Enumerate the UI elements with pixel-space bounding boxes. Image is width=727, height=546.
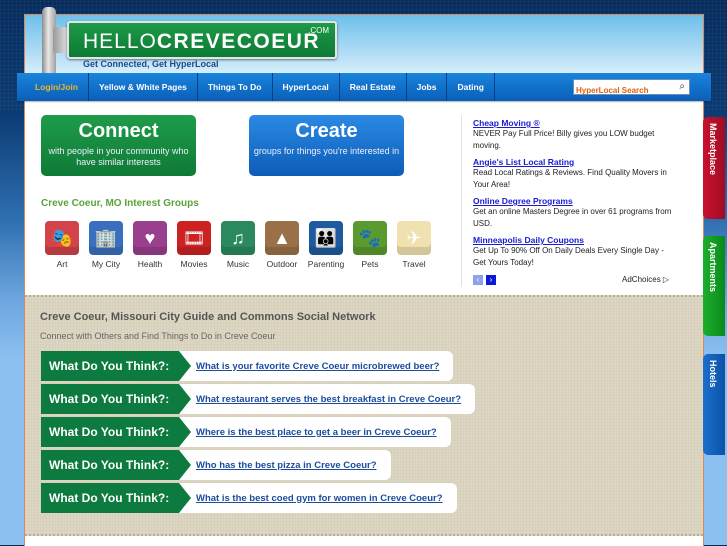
- question-link[interactable]: Where is the best place to get a beer in…: [196, 427, 451, 438]
- question-item: What Do You Think?: Where is the best pl…: [41, 417, 451, 447]
- interest-groups-heading: Creve Coeur, MO Interest Groups: [41, 198, 199, 209]
- ad-panel: Cheap Moving ® NEVER Pay Full Price! Bil…: [461, 115, 698, 287]
- logo-text: HELLOCREVECOEUR: [83, 30, 321, 53]
- group-movies[interactable]: 🎞 Movies: [172, 221, 216, 269]
- ad-link[interactable]: Minneapolis Daily Coupons: [473, 235, 698, 245]
- side-tab-label: Hotels: [708, 360, 718, 388]
- group-label: Movies: [180, 259, 208, 269]
- group-label: Music: [226, 259, 250, 269]
- side-tab-hotels[interactable]: Hotels: [703, 354, 725, 455]
- nav-real-estate[interactable]: Real Estate: [340, 73, 407, 101]
- nav-yellow-white-pages[interactable]: Yellow & White Pages: [89, 73, 198, 101]
- question-link[interactable]: Who has the best pizza in Creve Coeur?: [196, 460, 391, 471]
- create-title: Create: [295, 120, 358, 142]
- nav-hyperlocal[interactable]: HyperLocal: [273, 73, 340, 101]
- question-item: What Do You Think?: What restaurant serv…: [41, 384, 476, 414]
- group-label: Parenting: [307, 259, 345, 269]
- ad-text: Get an online Masters Degree in over 61 …: [473, 207, 672, 228]
- ad-item: Angie's List Local Rating Read Local Rat…: [473, 157, 698, 191]
- adchoices-link[interactable]: AdChoices ▷: [622, 275, 669, 284]
- group-parenting[interactable]: 👪 Parenting: [304, 221, 348, 269]
- music-note-icon: ♫: [221, 221, 255, 255]
- question-badge: What Do You Think?:: [41, 417, 191, 447]
- ad-text: Read Local Ratings & Reviews. Find Quali…: [473, 168, 667, 189]
- search-icon[interactable]: ⌕: [679, 81, 685, 92]
- ad-text: Get Up To 90% Off On Daily Deals Every S…: [473, 246, 664, 267]
- question-list: What Do You Think?: What is your favorit…: [41, 351, 476, 516]
- theater-masks-icon: 🎭: [45, 221, 79, 255]
- group-label: Health: [137, 259, 163, 269]
- group-label: Outdoor: [266, 259, 298, 269]
- nav-login-join[interactable]: Login/Join: [25, 73, 89, 101]
- main-nav: Login/Join Yellow & White Pages Things T…: [17, 73, 711, 101]
- site-tagline: Get Connected, Get HyperLocal: [83, 59, 219, 69]
- ad-text: NEVER Pay Full Price! Billy gives you LO…: [473, 129, 655, 150]
- nav-jobs[interactable]: Jobs: [407, 73, 448, 101]
- create-button[interactable]: Create groups for things you're interest…: [249, 115, 404, 176]
- ad-link[interactable]: Cheap Moving ®: [473, 118, 698, 128]
- street-sign-bracket: [53, 27, 67, 53]
- question-badge: What Do You Think?:: [41, 351, 191, 381]
- group-label: My City: [91, 259, 121, 269]
- airplane-icon: ✈: [397, 221, 431, 255]
- side-tab-apartments[interactable]: Apartments: [703, 236, 725, 336]
- question-link[interactable]: What restaurant serves the best breakfas…: [196, 394, 475, 405]
- question-link[interactable]: What is the best coed gym for women in C…: [196, 493, 457, 504]
- section-title: Creve Coeur, Missouri City Guide and Com…: [40, 311, 376, 323]
- logo-tld: .COM: [308, 26, 329, 35]
- question-badge: What Do You Think?:: [41, 483, 191, 513]
- ad-next-button[interactable]: ›: [486, 275, 496, 285]
- group-label: Travel: [402, 259, 426, 269]
- page-container: HELLOCREVECOEUR .COM Get Connected, Get …: [17, 7, 711, 546]
- ad-item: Cheap Moving ® NEVER Pay Full Price! Bil…: [473, 118, 698, 152]
- city-guide-section: Creve Coeur, Missouri City Guide and Com…: [25, 295, 703, 536]
- connect-button[interactable]: Connect with people in your community wh…: [41, 115, 196, 176]
- nav-dating[interactable]: Dating: [447, 73, 495, 101]
- group-label: Art: [56, 259, 68, 269]
- question-badge: What Do You Think?:: [41, 450, 191, 480]
- section-subtitle: Connect with Others and Find Things to D…: [40, 331, 276, 341]
- question-item: What Do You Think?: What is the best coe…: [41, 483, 457, 513]
- family-icon: 👪: [309, 221, 343, 255]
- group-health[interactable]: ♥ Health: [128, 221, 172, 269]
- side-tab-label: Marketplace: [708, 123, 718, 176]
- ad-item: Minneapolis Daily Coupons Get Up To 90% …: [473, 235, 698, 269]
- group-outdoor[interactable]: ▲ Outdoor: [260, 221, 304, 269]
- ad-item: Online Degree Programs Get an online Mas…: [473, 196, 698, 230]
- side-tab-marketplace[interactable]: Marketplace: [703, 117, 725, 219]
- group-art[interactable]: 🎭 Art: [40, 221, 84, 269]
- question-badge: What Do You Think?:: [41, 384, 191, 414]
- nav-things-to-do[interactable]: Things To Do: [198, 73, 273, 101]
- ad-link[interactable]: Online Degree Programs: [473, 196, 698, 206]
- ad-link[interactable]: Angie's List Local Rating: [473, 157, 698, 167]
- side-tab-label: Apartments: [708, 242, 718, 293]
- site-header: HELLOCREVECOEUR .COM Get Connected, Get …: [25, 7, 703, 77]
- connect-title: Connect: [78, 120, 159, 142]
- interest-groups-list: 🎭 Art 🏢 My City ♥ Health 🎞 Movies ♫ Music ▲ Ou…: [40, 221, 436, 269]
- hyperlocal-search: ⌕: [573, 79, 690, 98]
- group-label: Pets: [361, 259, 379, 269]
- group-pets[interactable]: 🐾 Pets: [348, 221, 392, 269]
- ad-prev-button[interactable]: ‹: [473, 275, 483, 285]
- paw-print-icon: 🐾: [353, 221, 387, 255]
- question-link[interactable]: What is your favorite Creve Coeur microb…: [196, 361, 453, 372]
- heart-pulse-icon: ♥: [133, 221, 167, 255]
- question-item: What Do You Think?: Who has the best piz…: [41, 450, 391, 480]
- create-subtitle: groups for things you're interested in: [253, 146, 400, 156]
- film-strip-icon: 🎞: [177, 221, 211, 255]
- search-input[interactable]: [574, 83, 672, 98]
- question-item: What Do You Think?: What is your favorit…: [41, 351, 454, 381]
- group-music[interactable]: ♫ Music: [216, 221, 260, 269]
- group-travel[interactable]: ✈ Travel: [392, 221, 436, 269]
- city-buildings-icon: 🏢: [89, 221, 123, 255]
- connect-subtitle: with people in your community who have s…: [48, 146, 189, 167]
- site-logo[interactable]: HELLOCREVECOEUR .COM: [67, 21, 337, 59]
- group-my-city[interactable]: 🏢 My City: [84, 221, 128, 269]
- pine-tree-icon: ▲: [265, 221, 299, 255]
- ad-pager: ‹ ›: [473, 275, 496, 285]
